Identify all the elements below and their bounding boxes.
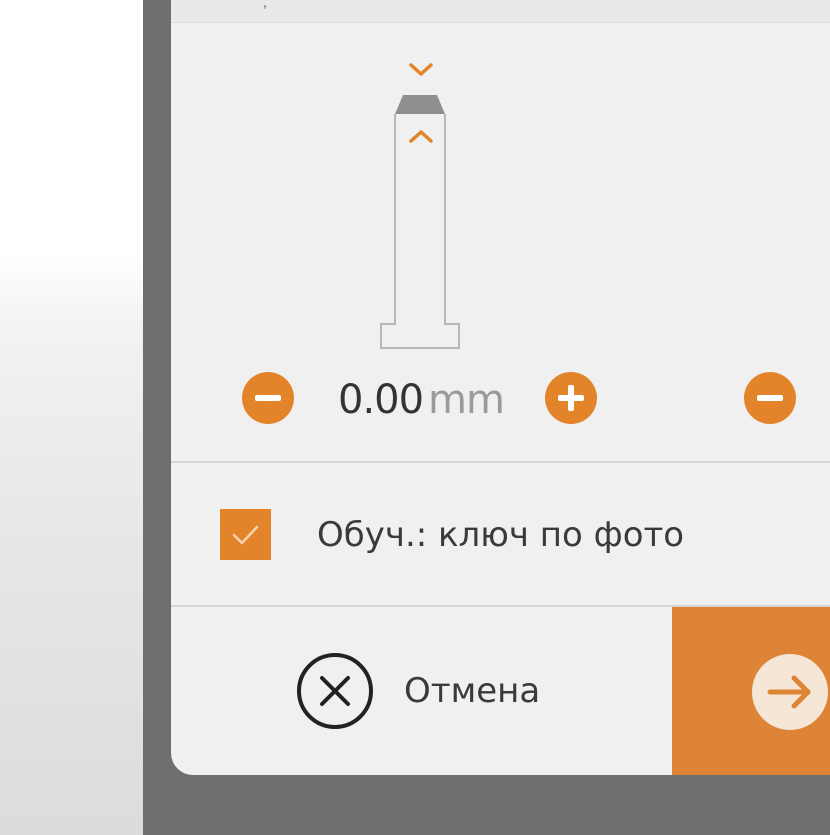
checkmark-icon — [232, 525, 259, 545]
dialog-footer: Отмена — [171, 607, 830, 775]
header-partial-text: , — [263, 0, 267, 10]
close-circle-icon — [297, 653, 373, 729]
increase-button[interactable] — [545, 372, 597, 424]
decrease-button-secondary[interactable] — [744, 372, 796, 424]
minus-circle-icon — [757, 395, 783, 401]
learn-by-photo-option[interactable]: Обуч.: ключ по фото — [171, 490, 830, 580]
chevron-down-icon[interactable] — [408, 60, 434, 80]
learn-by-photo-label: Обуч.: ключ по фото — [317, 515, 685, 555]
next-button[interactable] — [672, 607, 830, 775]
decrease-button[interactable] — [242, 372, 294, 424]
depth-adjust-row: 0.00 mm — [171, 372, 830, 424]
chevron-up-icon[interactable] — [408, 126, 434, 146]
background-left — [0, 0, 143, 835]
cancel-label: Отмена — [404, 671, 541, 711]
arrow-right-icon — [752, 654, 828, 730]
plus-circle-icon — [558, 385, 584, 411]
depth-unit: mm — [428, 377, 505, 423]
dialog: , 0.00 mm Обуч.: ключ по фото Отмена — [171, 0, 830, 775]
cancel-button[interactable]: Отмена — [171, 607, 671, 775]
minus-circle-icon — [255, 395, 281, 401]
depth-value: 0.00 — [338, 377, 424, 423]
dialog-header-strip: , — [171, 0, 830, 23]
learn-by-photo-checkbox[interactable] — [220, 509, 271, 560]
divider — [171, 461, 830, 463]
